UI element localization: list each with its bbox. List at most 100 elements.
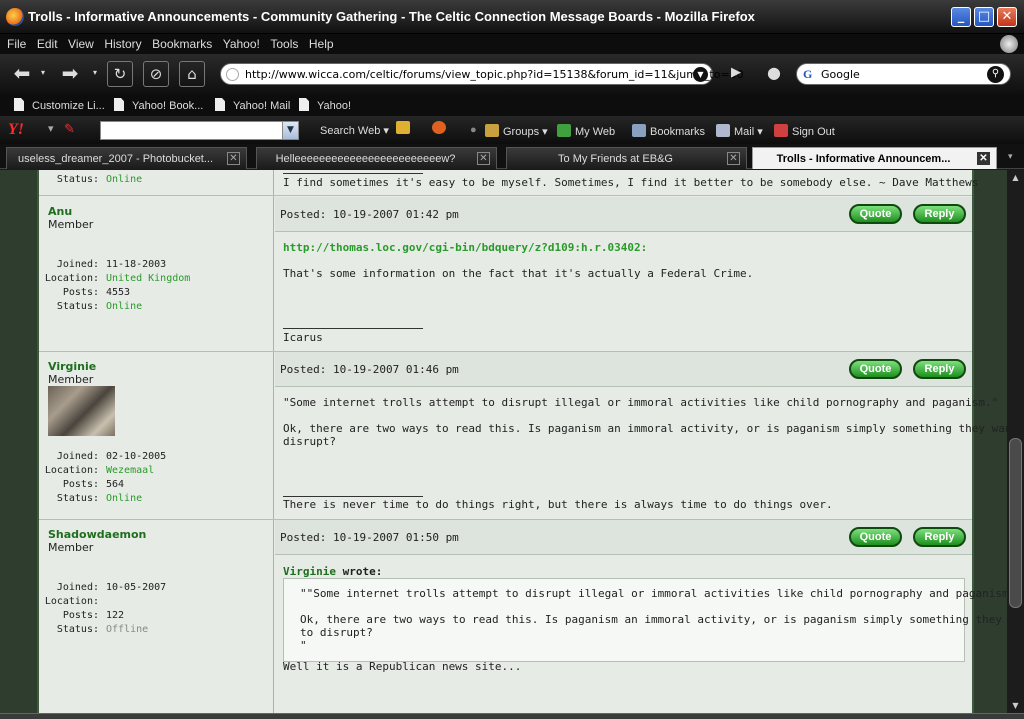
sign-out-button[interactable]: Sign Out xyxy=(774,124,835,138)
google-icon[interactable]: G xyxy=(803,67,817,82)
close-tab-icon[interactable]: ✕ xyxy=(477,152,490,165)
go-button[interactable]: ▶ xyxy=(722,61,750,87)
close-tab-icon[interactable]: ✕ xyxy=(227,152,240,165)
joined-label: Joined: xyxy=(56,259,99,270)
signature-divider xyxy=(283,173,423,174)
home-button[interactable]: ⌂ xyxy=(179,61,205,87)
joined-value: 10-05-2007 xyxy=(106,582,167,593)
location-value: Wezemaal xyxy=(106,465,155,476)
posts-value: 4553 xyxy=(106,287,131,298)
profile-icon[interactable]: ● xyxy=(760,61,788,87)
tab-trolls[interactable]: Trolls - Informative Announcem... ✕ xyxy=(752,147,997,169)
search-bar[interactable]: G Google ⚲ xyxy=(796,63,1011,85)
yahoo-search-input[interactable]: ▼ xyxy=(100,121,299,140)
post-link[interactable]: http://thomas.loc.gov/cgi-bin/bdquery/z?… xyxy=(283,241,647,254)
forum-board: Status: Online I find sometimes it's eas… xyxy=(37,170,1007,713)
post-header: Posted: 10-19-2007 01:50 pm Quote Reply xyxy=(275,520,972,555)
minimize-button[interactable]: _ xyxy=(951,7,971,27)
yahoo-menu-dropdown-icon[interactable]: ▾ xyxy=(48,122,54,135)
search-input[interactable]: Google xyxy=(821,68,860,81)
yahoo-mail-button[interactable]: Mail ▾ xyxy=(716,124,763,138)
wrote-label: wrote: xyxy=(342,565,383,578)
post-date: Posted: 10-19-2007 01:50 pm xyxy=(280,531,459,544)
status-value: Online xyxy=(106,174,143,185)
status-value: Online xyxy=(106,301,143,312)
joined-label: Joined: xyxy=(56,451,99,462)
post-author[interactable]: Anu xyxy=(48,205,72,218)
close-window-button[interactable]: ✕ xyxy=(997,7,1017,27)
page-icon xyxy=(215,98,225,111)
quote-attribution: Virginie wrote: xyxy=(283,565,382,578)
quote-button[interactable]: Quote xyxy=(849,359,902,379)
close-tab-icon[interactable]: ✕ xyxy=(977,152,990,165)
signature-divider xyxy=(283,328,423,329)
menu-view[interactable]: View xyxy=(68,34,94,51)
bookmark-yahoo[interactable]: Yahoo! xyxy=(299,98,351,112)
back-dropdown-icon[interactable]: ▾ xyxy=(36,61,50,87)
bookmark-yahoo-bookmarks[interactable]: Yahoo! Book... xyxy=(114,98,203,112)
tab-helleew[interactable]: Helleeeeeeeeeeeeeeeeeeeeeeeew? ✕ xyxy=(256,147,497,169)
posts-value: 564 xyxy=(106,479,125,490)
bookmark-customize-links[interactable]: Customize Li... xyxy=(14,98,105,112)
bookmarks-toolbar: Customize Li... Yahoo! Book... Yahoo! Ma… xyxy=(0,94,1024,116)
back-button[interactable]: ⬅ xyxy=(8,61,36,87)
forward-button[interactable]: ➡ xyxy=(56,61,84,87)
menu-tools[interactable]: Tools xyxy=(270,34,298,51)
post-author[interactable]: Shadowdaemon xyxy=(48,528,146,541)
scroll-up-icon[interactable]: ▲ xyxy=(1007,170,1024,185)
user-rank: Member xyxy=(48,218,94,231)
menu-bookmarks[interactable]: Bookmarks xyxy=(152,34,212,51)
reply-button[interactable]: Reply xyxy=(913,527,966,547)
location-value: United Kingdom xyxy=(106,273,191,284)
reply-button[interactable]: Reply xyxy=(913,204,966,224)
url-input[interactable]: http://www.wicca.com/celtic/forums/view_… xyxy=(245,68,744,81)
scroll-down-icon[interactable]: ▼ xyxy=(1007,698,1024,713)
menu-history[interactable]: History xyxy=(104,34,141,51)
forward-dropdown-icon[interactable]: ▾ xyxy=(88,61,102,87)
tab-photobucket[interactable]: useless_dreamer_2007 - Photobucket... ✕ xyxy=(6,147,247,169)
url-bar[interactable]: http://www.wicca.com/celtic/forums/view_… xyxy=(220,63,744,85)
page-icon xyxy=(299,98,309,111)
stop-button[interactable]: ⊘ xyxy=(143,61,169,87)
reply-button[interactable]: Reply xyxy=(913,359,966,379)
post-header: Posted: 10-19-2007 01:42 pm Quote Reply xyxy=(275,197,972,232)
joined-label: Joined: xyxy=(56,582,99,593)
status-label: Status: xyxy=(56,174,99,185)
post-author[interactable]: Virginie xyxy=(48,360,96,373)
tab-list-icon[interactable]: ▾ xyxy=(1008,152,1013,162)
yahoo-search-dropdown-icon[interactable]: ▼ xyxy=(282,122,298,139)
url-dropdown-icon[interactable]: ▼ xyxy=(693,67,708,82)
row-divider xyxy=(39,195,972,196)
maximize-button[interactable]: □ xyxy=(974,7,994,27)
quoted-author[interactable]: Virginie xyxy=(283,565,336,578)
posts-value: 122 xyxy=(106,610,125,621)
search-icon[interactable]: ⚲ xyxy=(987,66,1004,83)
my-web-button[interactable]: My Web xyxy=(557,124,615,138)
tab-friends-ebg[interactable]: To My Friends at EB&G ✕ xyxy=(506,147,747,169)
site-identity-icon[interactable] xyxy=(226,68,239,81)
pencil-icon[interactable]: ✎ xyxy=(64,121,75,137)
yahoo-bookmarks-button[interactable]: Bookmarks xyxy=(632,124,705,138)
location-label: Location: xyxy=(44,596,99,607)
vertical-scrollbar[interactable]: ▲ ▼ xyxy=(1007,170,1024,713)
posts-label: Posts: xyxy=(62,287,99,298)
mail-alert-icon[interactable] xyxy=(396,121,414,135)
bookmark-yahoo-mail[interactable]: Yahoo! Mail xyxy=(215,98,290,112)
menu-file[interactable]: File xyxy=(7,34,26,51)
my-web-icon xyxy=(557,124,571,137)
quote-button[interactable]: Quote xyxy=(849,527,902,547)
yahoo-logo-icon[interactable]: Y! xyxy=(8,121,24,139)
menu-help[interactable]: Help xyxy=(309,34,334,51)
yahoo-toolbar: Y! ▾ ✎ ▼ Search Web ▾ ● Groups ▾ My Web … xyxy=(0,116,1024,144)
page-icon xyxy=(14,98,24,111)
scrollbar-thumb[interactable] xyxy=(1009,438,1022,608)
groups-button[interactable]: Groups ▾ xyxy=(485,124,548,138)
search-web-button[interactable]: Search Web ▾ xyxy=(320,124,389,137)
close-tab-icon[interactable]: ✕ xyxy=(727,152,740,165)
quote-button[interactable]: Quote xyxy=(849,204,902,224)
reload-button[interactable]: ↻ xyxy=(107,61,133,87)
menu-edit[interactable]: Edit xyxy=(37,34,58,51)
target-icon[interactable] xyxy=(432,121,450,135)
menu-yahoo[interactable]: Yahoo! xyxy=(223,34,260,51)
post-signature: There is never time to do things right, … xyxy=(283,498,833,511)
